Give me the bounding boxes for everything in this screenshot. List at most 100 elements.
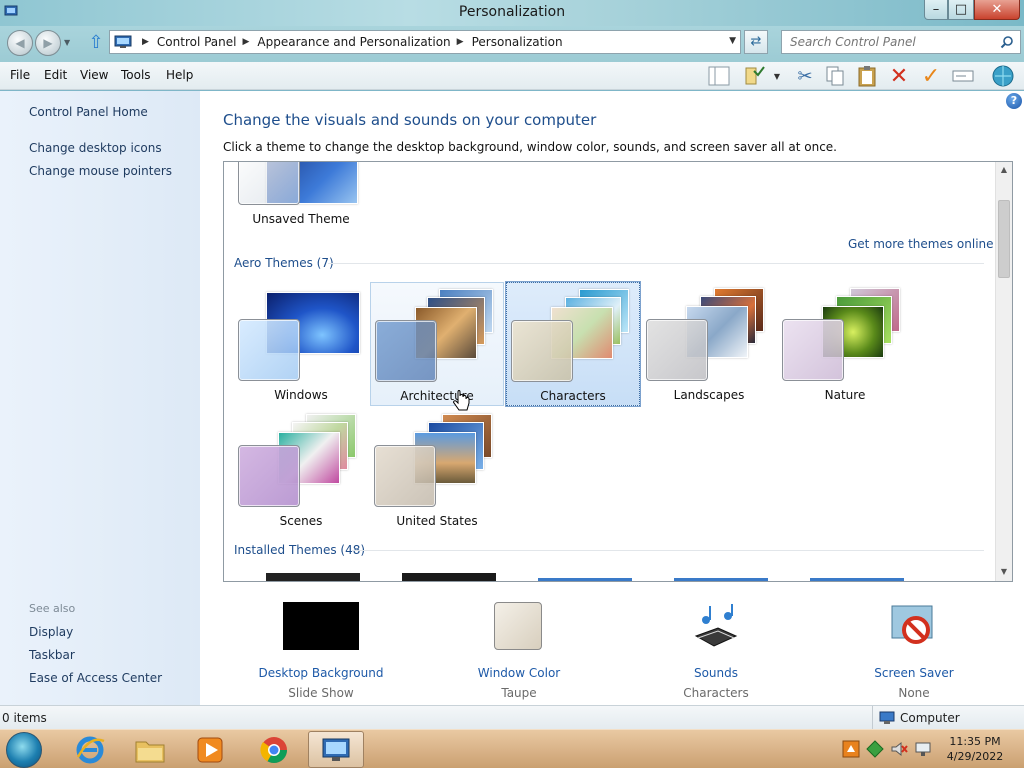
delete-icon[interactable]: ✕: [886, 64, 912, 89]
setting-name[interactable]: Sounds: [636, 666, 796, 680]
chrome-icon[interactable]: [246, 731, 302, 768]
properties-dropdown-icon[interactable]: ▼: [768, 64, 786, 88]
theme-unsaved[interactable]: Unsaved Theme: [234, 162, 368, 230]
network-icon[interactable]: [990, 64, 1016, 88]
paste-icon[interactable]: [854, 64, 880, 88]
theme-preview[interactable]: [810, 578, 904, 581]
address-row: ◀ ▶ ▼ ⇧ ▶ Control Panel ▶ Appearance and…: [0, 26, 1024, 62]
theme-preview[interactable]: [538, 578, 632, 581]
breadcrumb-appearance[interactable]: Appearance and Personalization: [257, 35, 450, 49]
glass-swatch: [374, 445, 436, 507]
screen-saver-icon[interactable]: [888, 602, 940, 654]
installed-themes-heading[interactable]: Installed Themes (48): [234, 543, 365, 557]
breadcrumb-separator[interactable]: ▶: [243, 37, 250, 47]
glass-swatch: [511, 320, 573, 382]
theme-architecture[interactable]: Architecture: [370, 282, 504, 406]
theme-nature[interactable]: Nature: [778, 282, 912, 406]
change-desktop-icons-link[interactable]: Change desktop icons: [29, 141, 162, 155]
left-pane: Control Panel Home Change desktop icons …: [0, 91, 200, 705]
theme-list-scrollbar[interactable]: ▲ ▼: [995, 162, 1012, 581]
setting-value: None: [898, 686, 930, 700]
internet-explorer-icon[interactable]: [62, 731, 118, 768]
start-button[interactable]: [6, 732, 42, 768]
control-panel-taskbar-icon[interactable]: [308, 731, 364, 768]
theme-landscapes[interactable]: Landscapes: [642, 282, 776, 406]
menu-help[interactable]: Help: [166, 68, 193, 82]
recent-pages-button[interactable]: ▼: [64, 38, 70, 47]
theme-preview[interactable]: [402, 573, 496, 581]
desktop-background-setting[interactable]: Desktop Background Slide Show: [241, 602, 401, 700]
setting-value: Taupe: [501, 686, 537, 700]
breadcrumb-personalization[interactable]: Personalization: [472, 35, 563, 49]
address-bar[interactable]: ▶ Control Panel ▶ Appearance and Persona…: [109, 30, 741, 54]
action-center-icon[interactable]: [866, 740, 884, 758]
page-title: Change the visuals and sounds on your co…: [223, 111, 597, 129]
close-button[interactable]: ✕: [974, 0, 1020, 20]
properties-icon[interactable]: [742, 64, 768, 88]
search-box[interactable]: [781, 30, 1021, 54]
notification-icon[interactable]: [842, 740, 860, 758]
sounds-icon[interactable]: [690, 602, 742, 654]
maximize-button[interactable]: □: [948, 0, 974, 20]
window-color-setting[interactable]: Window Color Taupe: [439, 602, 599, 700]
theme-preview[interactable]: [266, 573, 360, 581]
menu-tools[interactable]: Tools: [121, 68, 151, 82]
theme-preview: [370, 408, 504, 508]
window-color-swatch[interactable]: [494, 602, 542, 650]
network-tray-icon[interactable]: [914, 740, 932, 758]
rename-icon[interactable]: [950, 64, 976, 88]
volume-icon[interactable]: [890, 740, 908, 758]
breadcrumb-control-panel[interactable]: Control Panel: [157, 35, 237, 49]
theme-preview: [234, 162, 368, 206]
setting-name[interactable]: Desktop Background: [241, 666, 401, 680]
scroll-up-arrow[interactable]: ▲: [996, 162, 1012, 178]
get-more-themes-link[interactable]: Get more themes online: [848, 237, 994, 251]
setting-name[interactable]: Screen Saver: [834, 666, 994, 680]
setting-name[interactable]: Window Color: [439, 666, 599, 680]
search-input[interactable]: [782, 31, 992, 53]
glass-swatch: [782, 319, 844, 381]
forward-button[interactable]: ▶: [35, 30, 61, 56]
theme-united-states[interactable]: United States: [370, 408, 504, 532]
title-bar: Personalization – □ ✕: [0, 0, 1024, 26]
media-player-icon[interactable]: [182, 731, 238, 768]
theme-preview[interactable]: [674, 578, 768, 581]
help-icon[interactable]: ?: [1006, 93, 1022, 109]
file-explorer-icon[interactable]: [122, 731, 178, 768]
check-icon[interactable]: ✓: [918, 64, 944, 89]
theme-characters[interactable]: Characters: [505, 281, 641, 407]
ease-of-access-link[interactable]: Ease of Access Center: [29, 671, 162, 685]
pane-icon[interactable]: [706, 64, 732, 88]
minimize-button[interactable]: –: [924, 0, 948, 20]
sounds-setting[interactable]: Sounds Characters: [636, 602, 796, 700]
menu-view[interactable]: View: [80, 68, 108, 82]
menu-file[interactable]: File: [10, 68, 30, 82]
taskbar-link[interactable]: Taskbar: [29, 648, 75, 662]
breadcrumb-separator[interactable]: ▶: [142, 37, 149, 47]
theme-scenes[interactable]: Scenes: [234, 408, 368, 532]
display-link[interactable]: Display: [29, 625, 73, 639]
breadcrumb-separator[interactable]: ▶: [457, 37, 464, 47]
cut-icon[interactable]: ✂: [792, 64, 818, 88]
screen-saver-setting[interactable]: Screen Saver None: [834, 602, 994, 700]
back-button[interactable]: ◀: [7, 30, 33, 56]
menu-edit[interactable]: Edit: [44, 68, 67, 82]
change-mouse-pointers-link[interactable]: Change mouse pointers: [29, 164, 172, 178]
copy-icon[interactable]: [822, 64, 848, 88]
up-arrow-icon[interactable]: ⇧: [86, 32, 106, 54]
setting-value: Characters: [683, 686, 749, 700]
theme-windows[interactable]: Windows: [234, 282, 368, 406]
desktop-background-swatch[interactable]: [283, 602, 359, 650]
theme-label: Characters: [540, 389, 606, 403]
address-dropdown-icon[interactable]: ▼: [729, 36, 736, 46]
aero-themes-heading[interactable]: Aero Themes (7): [234, 256, 334, 270]
refresh-button[interactable]: ⇄: [744, 30, 768, 54]
search-icon[interactable]: [1000, 35, 1014, 49]
theme-list[interactable]: Unsaved Theme Get more themes online Aer…: [223, 161, 1013, 582]
page-description: Click a theme to change the desktop back…: [223, 140, 837, 154]
theme-preview: [234, 408, 368, 508]
system-clock[interactable]: 11:35 PM 4/29/2022: [940, 734, 1010, 764]
scroll-thumb[interactable]: [998, 200, 1010, 278]
scroll-down-arrow[interactable]: ▼: [996, 564, 1012, 580]
control-panel-home-link[interactable]: Control Panel Home: [29, 105, 148, 119]
